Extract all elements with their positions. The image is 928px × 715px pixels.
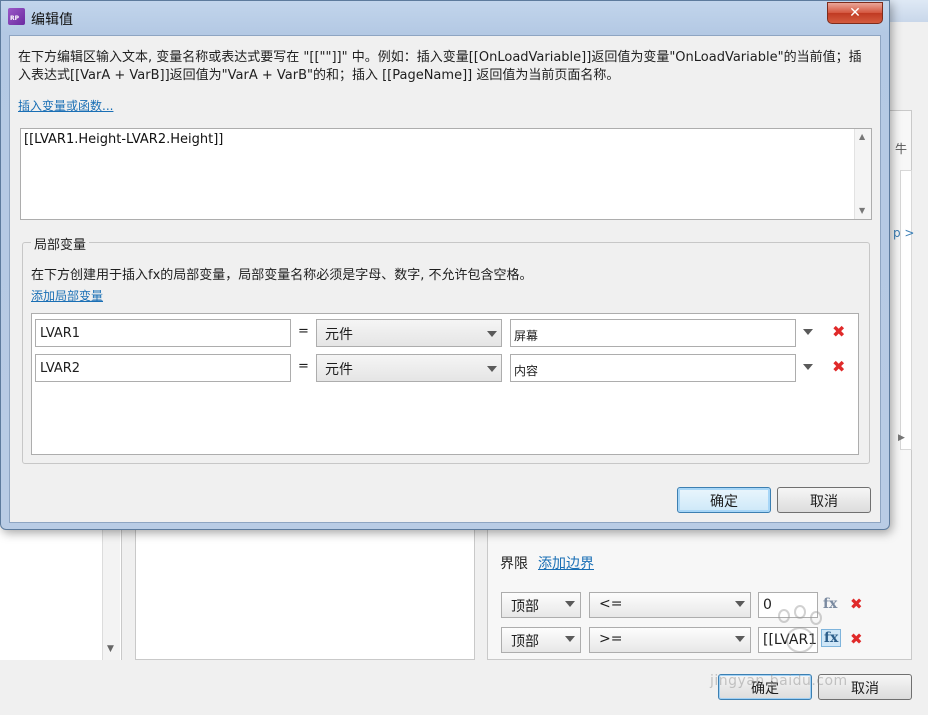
dialog-description: 在下方编辑区输入文本, 变量名称或表达式要写在 "[[""]]" 中。例如：插入… <box>18 50 862 83</box>
fx-icon[interactable]: fx <box>821 629 842 647</box>
variable-type-select[interactable]: 元件 <box>316 319 502 347</box>
delete-icon[interactable]: ✖ <box>850 595 863 613</box>
bounds-operator-select[interactable]: <= <box>589 592 751 618</box>
local-variables-group: 局部变量 在下方创建用于插入fx的局部变量，局部变量名称必须是字母、数字, 不允… <box>22 234 870 464</box>
local-variables-description: 在下方创建用于插入fx的局部变量，局部变量名称必须是字母、数字, 不允许包含空格… <box>31 268 533 283</box>
scroll-up-icon[interactable]: ▲ <box>859 132 865 141</box>
parent-right-list <box>900 170 912 450</box>
parent-cancel-button[interactable]: 取消 <box>818 674 912 700</box>
bounds-label: 界限 <box>500 556 528 572</box>
chevron-down-icon[interactable] <box>803 364 813 370</box>
scroll-down-icon[interactable]: ▼ <box>859 206 865 215</box>
chevron-down-icon <box>487 331 497 337</box>
equals-sign: = <box>298 359 309 374</box>
dialog-titlebar[interactable]: RP 编辑值 ✕ <box>1 1 889 31</box>
variable-type-value: 元件 <box>325 327 353 343</box>
chevron-down-icon <box>487 366 497 372</box>
local-variable-row: LVAR2 = 元件 内容 ✖ <box>32 354 858 384</box>
scroll-down-icon[interactable]: ▼ <box>107 644 114 654</box>
edit-value-dialog: RP 编辑值 ✕ 在下方编辑区输入文本, 变量名称或表达式要写在 "[[""]]… <box>0 0 890 530</box>
add-local-variable-link[interactable]: 添加局部变量 <box>31 287 103 304</box>
bounds-operator-value: >= <box>599 631 623 647</box>
delete-variable-icon[interactable]: ✖ <box>832 357 845 376</box>
chevron-down-icon <box>565 601 575 607</box>
parent-ok-button[interactable]: 确定 <box>718 674 812 700</box>
parent-edge-link[interactable]: p > <box>893 226 915 240</box>
local-variables-title: 局部变量 <box>31 234 90 253</box>
variable-type-select[interactable]: 元件 <box>316 354 502 382</box>
bounds-side-value: 顶部 <box>511 634 539 650</box>
local-variable-row: LVAR1 = 元件 屏幕 ✖ <box>32 319 858 349</box>
parent-middle-panel <box>135 520 475 660</box>
ok-button[interactable]: 确定 <box>677 487 771 513</box>
insert-variable-link[interactable]: 插入变量或函数... <box>18 97 113 114</box>
variable-target-combobox[interactable]: 屏幕 <box>510 319 796 347</box>
bounds-side-select[interactable]: 顶部 <box>501 627 581 653</box>
bounds-value-input[interactable]: 0 <box>758 592 818 618</box>
expression-editor[interactable]: [[LVAR1.Height-LVAR2.Height]] ▲ ▼ <box>20 128 872 220</box>
chevron-down-icon <box>565 636 575 642</box>
dialog-body: 在下方编辑区输入文本, 变量名称或表达式要写在 "[[""]]" 中。例如：插入… <box>9 35 881 523</box>
editor-scrollbar[interactable]: ▲ ▼ <box>854 129 871 219</box>
delete-icon[interactable]: ✖ <box>850 630 863 648</box>
parent-left-scrollbar[interactable]: ▼ <box>102 520 120 660</box>
variable-target-combobox[interactable]: 内容 <box>510 354 796 382</box>
expression-text: [[LVAR1.Height-LVAR2.Height]] <box>24 132 224 147</box>
bounds-value-input[interactable]: [[LVAR1 <box>758 627 818 653</box>
add-bounds-link[interactable]: 添加边界 <box>538 553 594 573</box>
parent-edge-text: 牛 <box>895 142 908 156</box>
app-icon: RP <box>8 8 25 25</box>
bounds-header: 界限 添加边界 <box>500 553 594 573</box>
cancel-button[interactable]: 取消 <box>777 487 871 513</box>
chevron-down-icon[interactable] <box>803 329 813 335</box>
variable-name-input[interactable]: LVAR1 <box>35 319 291 347</box>
variable-name-input[interactable]: LVAR2 <box>35 354 291 382</box>
chevron-down-icon <box>735 601 745 607</box>
bounds-side-select[interactable]: 顶部 <box>501 592 581 618</box>
bounds-operator-select[interactable]: >= <box>589 627 751 653</box>
chevron-down-icon <box>735 636 745 642</box>
local-variable-list: LVAR1 = 元件 屏幕 ✖ LVAR2 = 元件 内容 ✖ <box>31 313 859 455</box>
parent-edge-arrow-icon[interactable]: ▶ <box>898 433 905 443</box>
close-button[interactable]: ✕ <box>827 2 883 24</box>
variable-type-value: 元件 <box>325 362 353 378</box>
fx-icon[interactable]: fx <box>823 596 837 612</box>
bounds-side-value: 顶部 <box>511 599 539 615</box>
equals-sign: = <box>298 324 309 339</box>
dialog-title: 编辑值 <box>31 12 73 28</box>
delete-variable-icon[interactable]: ✖ <box>832 322 845 341</box>
close-icon: ✕ <box>849 5 861 21</box>
bounds-operator-value: <= <box>599 596 623 612</box>
